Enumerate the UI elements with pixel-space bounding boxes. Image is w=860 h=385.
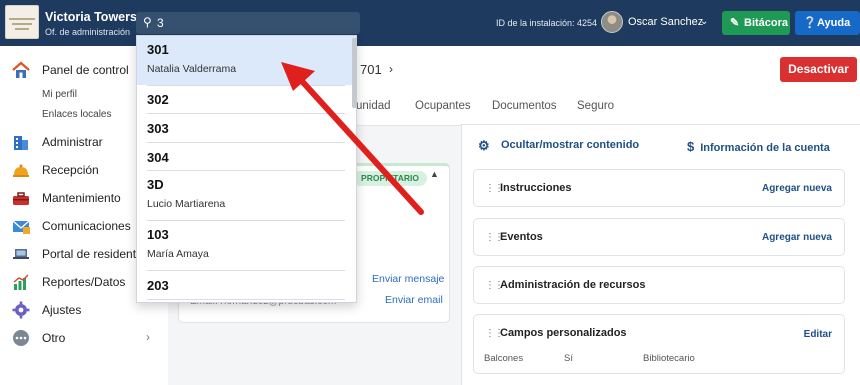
tab-unit[interactable]: unidad [356,100,391,112]
help-label: Ayuda [817,17,851,29]
result-unit: 302 [147,92,169,107]
bitacora-button[interactable]: ✎ Bitácora [722,11,790,35]
card-title: Eventos [500,231,543,243]
gear-icon [12,301,30,319]
divider [147,299,345,300]
sidebar-label: Mantenimiento [42,191,121,205]
collapse-icon[interactable]: ▲ [430,169,439,179]
search-result-3d[interactable]: 3D Lucio Martiarena [137,171,356,220]
sidebar-label: Panel de control [42,63,129,77]
instructions-card: ⋮⋮ Instrucciones Agregar nueva [473,169,845,207]
help-icon: ❔ [803,17,817,29]
notebook-icon: ✎ [730,17,740,29]
gear-icon: ⚙ [478,138,490,153]
search-input[interactable]: ⚲ 3 [136,12,360,34]
envelope-icon [12,217,30,235]
laptop-icon [12,245,30,263]
search-result-302[interactable]: 302 [137,86,356,114]
edit-custom-fields-link[interactable]: Editar [804,329,832,340]
card-title: Administración de recursos [500,279,646,291]
add-event-link[interactable]: Agregar nueva [762,232,832,243]
user-menu[interactable]: Oscar Sanchez [628,16,703,28]
search-value[interactable]: 3 [157,16,164,30]
sidebar-label: Ajustes [42,303,82,317]
unit-title: 701 [360,62,382,77]
search-result-301[interactable]: 301 Natalia Valderrama [137,36,356,85]
tab-occupants[interactable]: Ocupantes [415,100,471,112]
result-unit: 103 [147,227,169,242]
events-card: ⋮⋮ Eventos Agregar nueva [473,218,845,256]
tab-documents[interactable]: Documentos [492,100,557,112]
chevron-right-icon[interactable]: › [389,62,393,76]
dropdown-scrollbar[interactable] [352,38,357,108]
sidebar-label: Otro [42,331,66,345]
building-logo[interactable] [5,5,39,39]
search-result-304[interactable]: 304 [137,143,356,171]
search-icon: ⚲ [143,15,152,29]
custom-field-name: Balcones [484,353,524,364]
bar-chart-icon [12,273,30,291]
resources-card: ⋮⋮ Administración de recursos [473,266,845,304]
result-unit: 301 [147,42,169,57]
sidebar-label: Portal de residente [42,247,143,261]
result-unit: 304 [147,150,169,165]
building-icon [12,133,30,151]
chevron-right-icon: › [146,330,150,344]
house-icon [12,61,30,79]
sidebar-label: Recepción [42,163,99,177]
toolbox-icon [12,189,30,207]
user-avatar[interactable] [601,11,623,33]
result-resident: María Amaya [147,248,209,260]
account-info-link[interactable]: $ Información de la cuenta [687,139,830,154]
result-resident: Lucio Martiarena [147,198,226,210]
sidebar-item-local-links[interactable]: Enlaces locales [42,109,111,120]
custom-fields-card: ⋮⋮ Campos personalizados Editar [473,314,845,374]
sidebar-label: Reportes/Datos [42,275,126,289]
search-results-dropdown: 301 Natalia Valderrama 302 303 304 3D Lu… [136,35,357,303]
site-subtitle: Of. de administración [45,27,131,37]
card-title: Instrucciones [500,182,572,194]
site-name[interactable]: Victoria Towers [45,10,137,24]
owner-badge: PROPIETARIO [353,171,427,186]
more-icon [12,329,30,347]
tab-insurance[interactable]: Seguro [577,100,614,112]
custom-field-value: Sí [564,353,573,364]
toggle-content-label: Ocultar/mostrar contenido [501,139,640,151]
sidebar-item-other[interactable]: Otro › [0,326,168,350]
chevron-down-icon[interactable]: ⌄ [700,16,708,27]
search-result-303[interactable]: 303 [137,114,356,143]
install-id: ID de la instalación: 4254 [496,18,598,28]
result-unit: 203 [147,278,169,293]
result-unit: 303 [147,121,169,136]
help-button[interactable]: ❔ Ayuda [795,11,860,35]
send-email-link[interactable]: Enviar email [385,294,443,306]
custom-field-name: Bibliotecario [643,353,695,364]
sidebar-item-profile[interactable]: Mi perfil [42,89,77,100]
send-message-link[interactable]: Enviar mensaje [372,273,444,285]
card-title: Campos personalizados [500,327,627,339]
search-result-103[interactable]: 103 María Amaya [137,221,356,270]
result-resident: Natalia Valderrama [147,63,237,75]
bitacora-label: Bitácora [744,17,789,29]
bell-icon [12,161,30,179]
account-info-label: Información de la cuenta [700,142,830,154]
dollar-icon: $ [687,139,695,154]
sidebar-label: Administrar [42,135,103,149]
sidebar-label: Comunicaciones [42,219,131,233]
add-instruction-link[interactable]: Agregar nueva [762,183,832,194]
deactivate-button[interactable]: Desactivar [780,57,857,82]
result-unit: 3D [147,177,164,192]
